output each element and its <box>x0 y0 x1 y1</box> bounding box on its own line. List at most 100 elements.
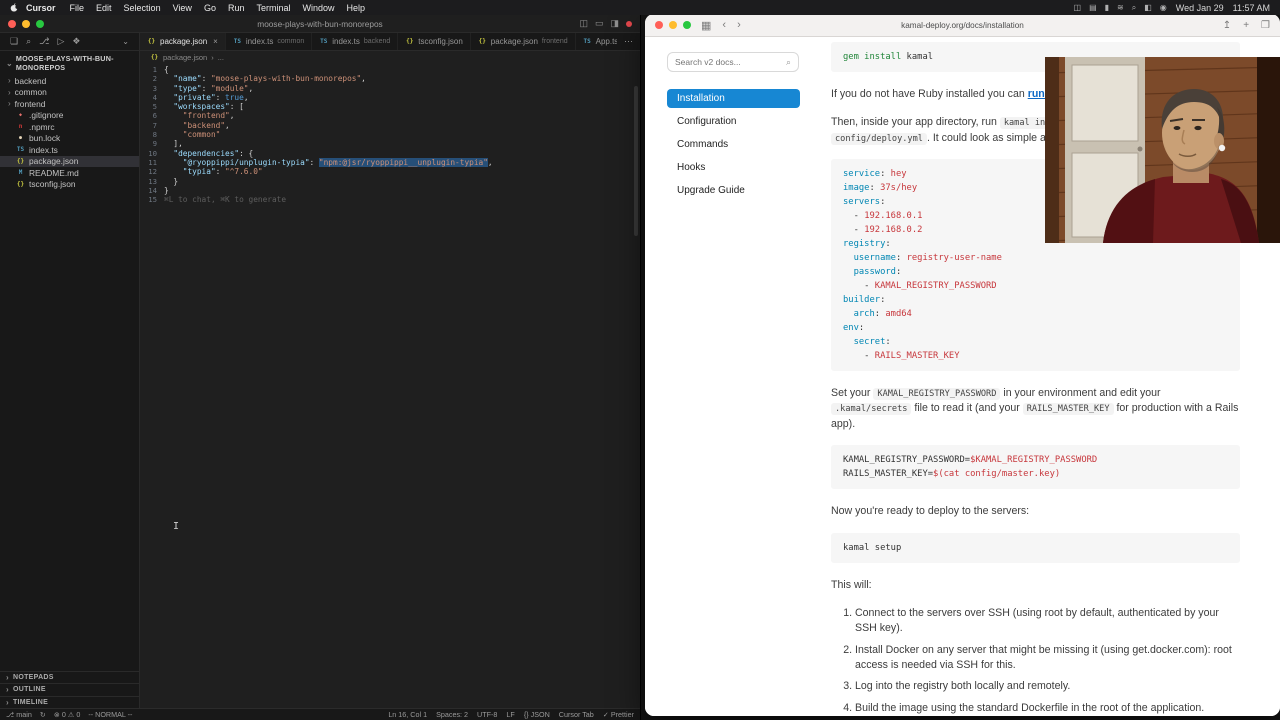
minimize-window-button[interactable] <box>669 21 677 29</box>
source-control-icon[interactable]: ⎇ <box>39 36 49 47</box>
url-bar[interactable]: kamal-deploy.org/docs/installation <box>804 21 1122 30</box>
editor-tab-package-json[interactable]: {} package.json × <box>140 33 226 50</box>
code-block-line: RAILS_MASTER_KEY=$(cat config/master.key… <box>843 467 1228 481</box>
menubar-item-edit[interactable]: Edit <box>96 3 112 13</box>
status-item[interactable]: -- NORMAL -- <box>88 710 132 719</box>
explorer-item-tsconfig-json[interactable]: {} tsconfig.json <box>0 179 139 191</box>
code-seg: "name" <box>173 74 202 84</box>
code-text: "common" <box>164 130 221 139</box>
minimize-window-button[interactable] <box>22 19 30 28</box>
sidebar-toggle-icon[interactable]: ▦ <box>701 19 711 32</box>
code-seg: "workspaces" <box>173 102 230 112</box>
breadcrumb-file[interactable]: package.json <box>163 53 207 62</box>
display-icon[interactable]: ▤ <box>1089 3 1097 13</box>
explorer-item-index-ts[interactable]: TS index.ts <box>0 144 139 156</box>
menubar-item-window[interactable]: Window <box>302 3 334 13</box>
panel-section-timeline[interactable]: › TIMELINE <box>0 695 139 709</box>
forward-icon[interactable]: › <box>737 19 741 31</box>
notification-dot-icon[interactable] <box>626 20 632 27</box>
status-item[interactable]: Spaces: 2 <box>436 710 468 719</box>
vscode-toolbar-row: ❏ ⌕ ⎇ ▷ ❖ ⌄ {} package.json × TS index.ts common T… <box>0 33 640 51</box>
back-icon[interactable]: ‹ <box>722 19 726 31</box>
status-item[interactable]: ✓ Prettier <box>603 710 634 719</box>
file-type-icon: {} <box>16 180 25 188</box>
menubar-app-name[interactable]: Cursor <box>26 3 56 13</box>
explorer-item-readme-md[interactable]: M README.md <box>0 167 139 179</box>
status-item[interactable]: LF <box>506 710 514 719</box>
menubar-time[interactable]: 11:57 AM <box>1233 3 1270 13</box>
nav-item-installation[interactable]: Installation <box>667 89 800 108</box>
screen-mirroring-icon[interactable]: ◫ <box>1074 3 1082 13</box>
status-item[interactable]: Cursor Tab <box>559 710 594 719</box>
explorer-item-backend[interactable]: › backend <box>0 75 139 87</box>
share-icon[interactable]: ↥ <box>1223 20 1231 31</box>
explorer-root-row[interactable]: ⌄ MOOSE-PLAYS-WITH-BUN-MONOREPOS <box>0 51 139 75</box>
search-icon[interactable]: ⌕ <box>26 36 31 47</box>
editor-tab-index-ts[interactable]: TS index.ts backend <box>312 33 399 50</box>
breadcrumb-more[interactable]: ... <box>218 53 224 62</box>
tabs-overview-icon[interactable]: ❐ <box>1261 20 1270 31</box>
status-item[interactable]: ⊗ 0 ⚠ 0 <box>54 710 80 719</box>
menubar-item-help[interactable]: Help <box>347 3 366 13</box>
menubar-item-terminal[interactable]: Terminal <box>256 3 290 13</box>
siri-icon[interactable]: ◉ <box>1160 3 1167 13</box>
zoom-window-button[interactable] <box>683 21 691 29</box>
close-icon[interactable]: × <box>213 37 218 46</box>
status-item[interactable]: {} JSON <box>524 710 550 719</box>
docs-search-box[interactable]: ⌕ <box>667 52 799 72</box>
new-tab-icon[interactable]: + <box>1243 20 1249 31</box>
status-item[interactable]: ↻ <box>40 710 46 719</box>
menubar-item-file[interactable]: File <box>70 3 85 13</box>
search-icon[interactable]: ⌕ <box>1132 3 1136 13</box>
layout-secondary-sidebar-icon[interactable]: ◨ <box>610 18 619 29</box>
explorer-item-frontend[interactable]: › frontend <box>0 98 139 110</box>
layout-panel-icon[interactable]: ▭ <box>595 18 604 29</box>
menubar-item-run[interactable]: Run <box>228 3 245 13</box>
status-item[interactable]: ⎇ main <box>6 710 32 719</box>
chevron-down-icon[interactable]: ⌄ <box>122 37 129 46</box>
file-type-icon: ◆ <box>18 112 22 119</box>
status-item[interactable]: UTF-8 <box>477 710 497 719</box>
code-block-line: env: <box>843 321 1228 335</box>
search-input[interactable] <box>675 57 782 67</box>
code-seg: "frontend" <box>182 111 230 121</box>
explorer-item-bun-lock[interactable]: ● bun.lock <box>0 133 139 145</box>
wifi-icon[interactable]: ≋ <box>1117 3 1124 13</box>
tab-overflow-icon[interactable]: ⋯ <box>617 33 640 50</box>
menubar-item-go[interactable]: Go <box>204 3 216 13</box>
apple-icon[interactable] <box>10 3 18 12</box>
menubar-date[interactable]: Wed Jan 29 <box>1176 3 1224 13</box>
nav-item-configuration[interactable]: Configuration <box>667 112 800 131</box>
titlebar-actions: ◫ ▭ ◨ <box>579 18 632 29</box>
control-center-icon[interactable]: ◧ <box>1144 3 1152 13</box>
editor-tab-package-json[interactable]: {} package.json frontend <box>470 33 576 50</box>
editor-scrollbar[interactable] <box>634 86 638 236</box>
nav-item-upgrade-guide[interactable]: Upgrade Guide <box>667 181 800 200</box>
panel-section-outline[interactable]: › OUTLINE <box>0 683 139 696</box>
files-icon[interactable]: ❏ <box>10 36 18 47</box>
code-seg <box>164 121 183 130</box>
nav-item-commands[interactable]: Commands <box>667 135 800 154</box>
status-item[interactable]: Ln 16, Col 1 <box>388 710 427 719</box>
editor-tab-app-tsx[interactable]: TS App.tsx <box>575 33 617 50</box>
breadcrumb[interactable]: {} package.json › ... <box>140 51 640 64</box>
explorer-item--npmrc[interactable]: n .npmrc <box>0 121 139 133</box>
layout-sidebar-icon[interactable]: ◫ <box>579 18 588 29</box>
close-window-button[interactable] <box>8 19 16 28</box>
extensions-icon[interactable]: ❖ <box>72 36 80 47</box>
code-text: "type": "module", <box>164 84 253 93</box>
zoom-window-button[interactable] <box>36 19 44 28</box>
panel-section-notepads[interactable]: › NOTEPADS <box>0 670 139 684</box>
explorer-item-package-json[interactable]: {} package.json <box>0 155 139 167</box>
editor-tab-index-ts[interactable]: TS index.ts common <box>225 33 313 50</box>
editor-tab-tsconfig-json[interactable]: {} tsconfig.json <box>398 33 471 50</box>
nav-item-hooks[interactable]: Hooks <box>667 158 800 177</box>
explorer-item--gitignore[interactable]: ◆ .gitignore <box>0 110 139 122</box>
menubar-item-selection[interactable]: Selection <box>124 3 161 13</box>
code-editor[interactable]: 1{2 "name": "moose-plays-with-bun-monore… <box>140 64 640 708</box>
battery-icon[interactable]: ▮ <box>1105 3 1109 13</box>
run-debug-icon[interactable]: ▷ <box>58 36 65 47</box>
close-window-button[interactable] <box>655 21 663 29</box>
menubar-item-view[interactable]: View <box>173 3 192 13</box>
explorer-item-common[interactable]: › common <box>0 87 139 99</box>
